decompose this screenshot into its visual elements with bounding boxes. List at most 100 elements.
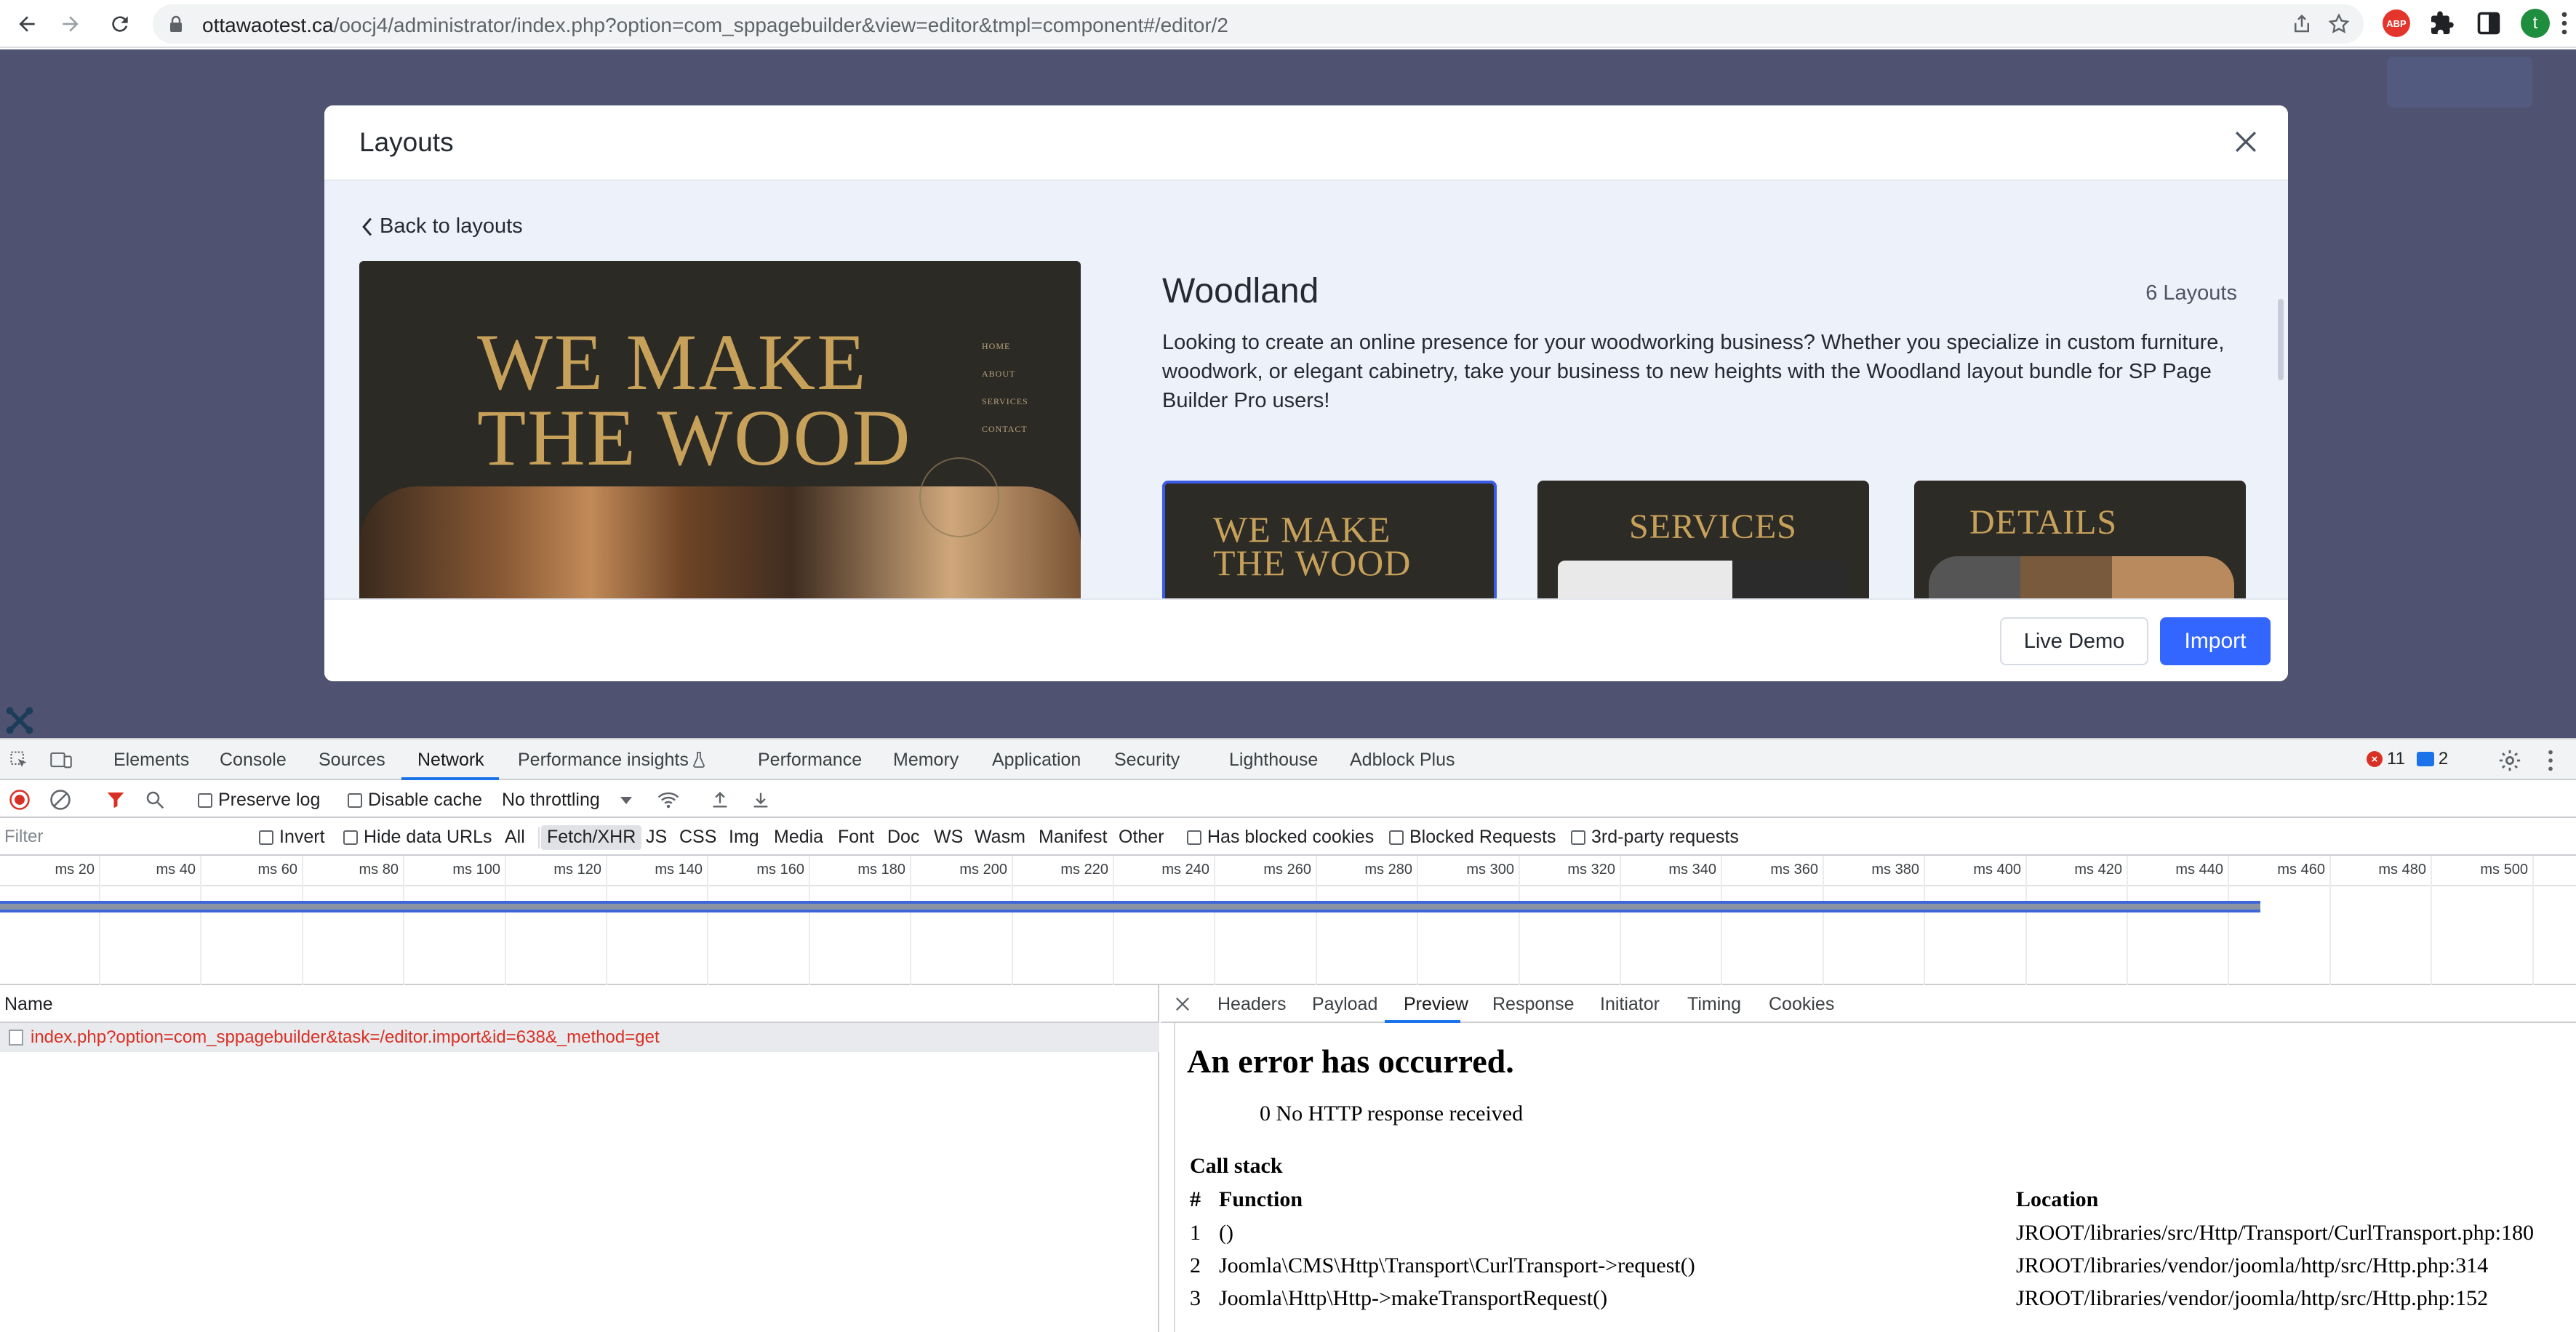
network-conditions-icon[interactable] [656, 789, 681, 811]
import-button[interactable]: Import [2160, 617, 2271, 665]
device-toolbar-icon[interactable] [49, 750, 73, 770]
devtools-tab-performance[interactable]: Performance [758, 750, 862, 771]
error-heading: An error has occurred. [1187, 1043, 1514, 1080]
network-filter-bar: Invert Hide data URLs All Fetch/XHR JS C… [0, 818, 2576, 856]
record-icon[interactable] [9, 789, 31, 811]
hide-data-urls-checkbox[interactable]: Hide data URLs [343, 827, 492, 848]
search-icon[interactable] [144, 789, 166, 811]
url-text[interactable]: ottawaotest.ca/oocj4/administrator/index… [202, 14, 1228, 37]
type-filter-media[interactable]: Media [768, 825, 829, 850]
type-filter-fetch-xhr[interactable]: Fetch/XHR [541, 825, 642, 850]
detail-tab-cookies[interactable]: Cookies [1769, 994, 1834, 1015]
type-filter-ws[interactable]: WS [928, 825, 969, 850]
devtools-tab-elements[interactable]: Elements [113, 750, 189, 771]
settings-gear-icon[interactable] [2497, 748, 2522, 773]
export-har-icon[interactable] [751, 789, 771, 811]
third-party-requests-checkbox[interactable]: 3rd-party requests [1571, 827, 1739, 848]
detail-tab-timing[interactable]: Timing [1687, 994, 1741, 1015]
detail-tab-preview[interactable]: Preview [1404, 994, 1468, 1015]
detail-tab-initiator[interactable]: Initiator [1600, 994, 1660, 1015]
timeline-gridline [302, 856, 303, 985]
detail-tab-response[interactable]: Response [1492, 994, 1575, 1015]
blocked-requests-checkbox[interactable]: Blocked Requests [1389, 827, 1556, 848]
back-to-layouts-link[interactable]: Back to layouts [361, 214, 523, 238]
detail-tab-headers[interactable]: Headers [1217, 994, 1287, 1015]
profile-avatar[interactable]: t [2521, 9, 2550, 38]
background-button-ghost [2387, 57, 2532, 108]
type-filter-font[interactable]: Font [832, 825, 880, 850]
has-blocked-cookies-checkbox[interactable]: Has blocked cookies [1187, 827, 1374, 848]
clear-icon[interactable] [49, 789, 71, 811]
type-filter-other[interactable]: Other [1113, 825, 1170, 850]
back-arrow-icon[interactable] [9, 6, 45, 42]
checkbox-box[interactable] [343, 830, 358, 845]
document-icon [9, 1030, 23, 1046]
network-overview-timeline[interactable]: 20 ms 40 ms 60 ms 80 ms 100 ms 120 ms 140 ms 16… [0, 856, 2576, 985]
request-timing-bar[interactable] [0, 901, 2260, 912]
preserve-log-checkbox[interactable]: Preserve log [198, 790, 320, 811]
filter-input[interactable] [4, 825, 237, 848]
live-demo-button[interactable]: Live Demo [2000, 617, 2148, 665]
import-har-icon[interactable] [710, 789, 730, 811]
checkbox-box[interactable] [259, 830, 273, 845]
timeline-tick-label: 500 ms [2480, 862, 2528, 878]
close-icon[interactable] [1172, 994, 1193, 1014]
response-preview: An error has occurred. 0 No HTTP respons… [1174, 1023, 2576, 1332]
checkbox-box[interactable] [198, 793, 212, 808]
type-filter-all[interactable]: All [499, 825, 531, 850]
checkbox-box[interactable] [1571, 830, 1585, 845]
devtools-tab-adblock-plus[interactable]: Adblock Plus [1350, 750, 1455, 771]
throttling-select[interactable]: No throttling [502, 790, 600, 811]
type-filter-img[interactable]: Img [723, 825, 765, 850]
timeline-gridline [99, 856, 100, 985]
timeline-gridline [1620, 856, 1621, 985]
modal-scrollbar[interactable] [2278, 299, 2284, 380]
side-panel-icon[interactable] [2476, 10, 2502, 36]
devtools-tab-lighthouse[interactable]: Lighthouse [1229, 750, 1318, 771]
adblock-plus-icon[interactable]: ABP [2383, 9, 2410, 37]
devtools-tab-console[interactable]: Console [220, 750, 287, 771]
inspect-element-icon[interactable] [9, 750, 29, 770]
type-filter-css[interactable]: CSS [673, 825, 722, 850]
joomla-logo-icon[interactable] [3, 704, 36, 737]
type-filter-js[interactable]: JS [640, 825, 673, 850]
forward-arrow-icon[interactable] [52, 6, 89, 42]
extensions-puzzle-icon[interactable] [2429, 10, 2455, 36]
checkbox-box[interactable] [1389, 830, 1404, 845]
request-name[interactable]: index.php?option=com_sppagebuilder&task=… [31, 1027, 660, 1048]
type-filter-doc[interactable]: Doc [881, 825, 925, 850]
timeline-tick-label: 460 ms [2277, 862, 2325, 878]
bookmark-star-icon[interactable] [2327, 12, 2351, 36]
devtools-tab-performance-insights[interactable]: Performance insights [518, 750, 689, 771]
issues-counter[interactable]: × 11 2 [2367, 748, 2448, 770]
page-overlay[interactable]: Layouts Back to layouts WE MAKE THE WOOD… [0, 49, 2576, 738]
devtools-tab-application[interactable]: Application [992, 750, 1081, 771]
invert-checkbox[interactable]: Invert [259, 827, 325, 848]
type-filter-manifest[interactable]: Manifest [1033, 825, 1113, 850]
request-row[interactable]: index.php?option=com_sppagebuilder&task=… [0, 1023, 1159, 1052]
devtools-tab-sources[interactable]: Sources [319, 750, 385, 771]
more-options-icon[interactable] [2545, 748, 2556, 773]
lock-icon[interactable] [169, 15, 183, 33]
share-icon[interactable] [2291, 13, 2313, 35]
filter-funnel-icon[interactable] [105, 789, 127, 811]
layout-thumbnail-home[interactable]: WE MAKE THE WOOD [1162, 481, 1497, 598]
layout-thumbnail-services[interactable]: SERVICES [1537, 481, 1869, 598]
type-filter-wasm[interactable]: Wasm [969, 825, 1031, 850]
divider [0, 885, 2576, 886]
devtools-tab-memory[interactable]: Memory [893, 750, 959, 771]
name-column-header[interactable]: Name [0, 985, 1159, 1023]
checkbox-box[interactable] [1187, 830, 1201, 845]
reload-icon[interactable] [102, 6, 138, 42]
chevron-down-icon[interactable] [620, 796, 633, 805]
devtools-tab-network[interactable]: Network [417, 750, 484, 771]
detail-tab-payload[interactable]: Payload [1312, 994, 1377, 1015]
disable-cache-checkbox[interactable]: Disable cache [348, 790, 482, 811]
devtools-tab-security[interactable]: Security [1114, 750, 1180, 771]
layout-thumbnail-details[interactable]: DETAILS [1914, 481, 2246, 598]
checkbox-box[interactable] [348, 793, 362, 808]
col-location-header: Location [2016, 1187, 2099, 1211]
kebab-menu-icon[interactable] [2557, 10, 2572, 36]
address-bar[interactable]: ottawaotest.ca/oocj4/administrator/index… [153, 4, 2364, 44]
close-icon[interactable] [2230, 126, 2262, 158]
